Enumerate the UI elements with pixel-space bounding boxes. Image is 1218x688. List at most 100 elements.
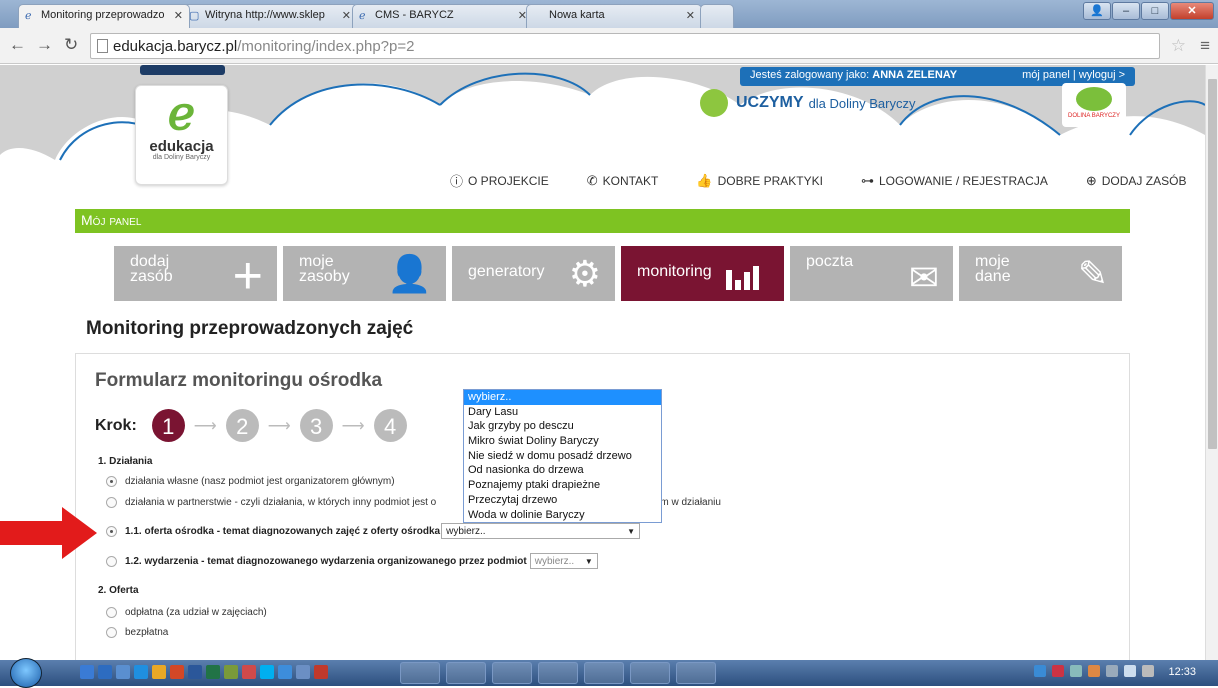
vertical-scrollbar[interactable] xyxy=(1205,65,1218,660)
back-icon[interactable]: ← xyxy=(9,36,26,54)
start-button[interactable] xyxy=(10,658,42,688)
tray-icon[interactable] xyxy=(1088,665,1100,677)
temat-select[interactable]: wybierz.. ▼ xyxy=(441,523,641,539)
tab-cms[interactable]: ℯ CMS - BARYCZ ✕ xyxy=(352,4,534,28)
option-oferta-osrodka[interactable]: 1.1. oferta ośrodka - temat diagnozowany… xyxy=(106,523,641,539)
radio-button[interactable] xyxy=(106,525,117,537)
network-icon[interactable] xyxy=(1070,665,1082,677)
dropdown-option[interactable]: wybierz.. xyxy=(464,390,661,405)
option-dzialania-wlasne[interactable]: działania własne (nasz podmiot jest orga… xyxy=(106,476,395,487)
tile-moje-dane[interactable]: moje dane ✎ xyxy=(959,246,1122,301)
tray-icon[interactable] xyxy=(1034,665,1046,677)
info-icon: ⓘ xyxy=(450,174,464,189)
excel-taskbar-button[interactable] xyxy=(630,662,670,684)
radio-button[interactable] xyxy=(106,497,117,508)
tile-poczta[interactable]: poczta ✉ xyxy=(790,246,953,301)
nav-dobre-praktyki[interactable]: 👍 DOBRE PRAKTYKI xyxy=(696,171,823,190)
nav-dodaj-zasob[interactable]: ⊕ DODAJ ZASÓB xyxy=(1086,171,1187,190)
radio-button[interactable] xyxy=(106,555,117,567)
minimize-button[interactable]: – xyxy=(1112,2,1140,20)
tile-dodaj-zasob[interactable]: dodaj zasób + xyxy=(114,246,277,301)
option-bezplatna[interactable]: bezpłatna xyxy=(106,627,168,638)
excel-icon[interactable] xyxy=(206,665,220,679)
tab-new[interactable]: Nowa karta ✕ xyxy=(526,4,702,28)
forward-icon[interactable]: → xyxy=(36,36,53,54)
tree-icon xyxy=(1076,87,1112,111)
option-odplatna[interactable]: odpłatna (za udział w zajęciach) xyxy=(106,607,267,618)
dropdown-option[interactable]: Od nasionka do drzewa xyxy=(464,463,661,478)
tile-monitoring[interactable]: monitoring xyxy=(621,246,784,301)
window-controls: 👤 – □ ✕ xyxy=(1083,2,1214,20)
pdf-icon[interactable] xyxy=(314,665,328,679)
dropdown-option[interactable]: Mikro świat Doliny Baryczy xyxy=(464,434,661,449)
logo-title: edukacja xyxy=(149,138,214,155)
green-circle-icon xyxy=(700,89,728,117)
nav-logowanie[interactable]: ⊶ LOGOWANIE / REJESTRACJA xyxy=(861,171,1048,190)
user-icon[interactable]: 👤 xyxy=(1083,2,1111,20)
window-close-button[interactable]: ✕ xyxy=(1170,2,1214,20)
chrome-taskbar-button[interactable] xyxy=(400,662,440,684)
my-panel-link[interactable]: mój panel xyxy=(1022,69,1070,81)
wydarzenie-select[interactable]: wybierz.. ▼ xyxy=(529,553,598,569)
close-icon[interactable]: ✕ xyxy=(174,9,183,22)
dolina-baryczy-logo[interactable]: DOLINA BARYCZY xyxy=(1062,83,1126,127)
edukacja-logo[interactable]: ℯ edukacja dla Doliny Baryczy xyxy=(135,85,228,185)
dropdown-arrow-icon: ▼ xyxy=(584,557,593,566)
outlook-taskbar-button[interactable] xyxy=(492,662,532,684)
radio-button[interactable] xyxy=(106,476,117,487)
close-icon[interactable]: ✕ xyxy=(342,9,351,22)
tab-witryna[interactable]: ▢ Witryna http://www.sklep ✕ xyxy=(182,4,358,28)
right-logo-text: DOLINA BARYCZY xyxy=(1068,113,1120,119)
new-tab-button[interactable] xyxy=(700,4,734,28)
word-icon[interactable] xyxy=(188,665,202,679)
word-taskbar-button[interactable] xyxy=(676,662,716,684)
close-icon[interactable]: ✕ xyxy=(686,9,695,22)
tab-monitoring[interactable]: ℯ Monitoring przeprowadzo ✕ xyxy=(18,4,190,28)
skype-taskbar-button[interactable] xyxy=(584,662,624,684)
url-input[interactable]: edukacja.barycz.pl/monitoring/index.php?… xyxy=(90,33,1160,59)
option-wydarzenia[interactable]: 1.2. wydarzenia - temat diagnozowanego w… xyxy=(106,553,598,569)
app-icon[interactable] xyxy=(296,665,310,679)
dropdown-option[interactable]: Woda w dolinie Baryczy xyxy=(464,508,661,523)
radio-button[interactable] xyxy=(106,607,117,618)
tray-icon[interactable] xyxy=(1142,665,1154,677)
maximize-button[interactable]: □ xyxy=(1141,2,1169,20)
nav-o-projekcie[interactable]: ⓘ O PROJEKCIE xyxy=(450,171,549,190)
explorer-taskbar-button[interactable] xyxy=(446,662,486,684)
scrollbar-thumb[interactable] xyxy=(1208,79,1217,449)
app-icon[interactable] xyxy=(116,665,130,679)
ie-icon[interactable] xyxy=(134,665,148,679)
option-label: 1.1. oferta ośrodka - temat diagnozowany… xyxy=(125,525,441,537)
nav-kontakt[interactable]: ✆ KONTAKT xyxy=(587,171,659,190)
web-page: ℯ edukacja dla Doliny Baryczy Jesteś zal… xyxy=(0,65,1205,660)
ie-taskbar-button[interactable] xyxy=(538,662,578,684)
top-navigation: ⓘ O PROJEKCIE ✆ KONTAKT 👍 DOBRE PRAKTYKI ⊶ L… xyxy=(450,171,1186,190)
powerpoint-icon[interactable] xyxy=(170,665,184,679)
app-icon[interactable] xyxy=(242,665,256,679)
tray-icon[interactable] xyxy=(1052,665,1064,677)
dropdown-option[interactable]: Jak grzyby po desczu xyxy=(464,419,661,434)
app-icon[interactable] xyxy=(98,665,112,679)
signal-icon[interactable] xyxy=(1124,665,1136,677)
bookmark-star-icon[interactable]: ☆ xyxy=(1171,36,1186,56)
dropdown-option[interactable]: Poznajemy ptaki drapieżne xyxy=(464,478,661,493)
app-icon[interactable] xyxy=(80,665,94,679)
app-icon[interactable] xyxy=(224,665,238,679)
menu-icon[interactable]: ≡ xyxy=(1200,36,1210,56)
radio-button[interactable] xyxy=(106,627,117,638)
nav-label: LOGOWANIE / REJESTRACJA xyxy=(878,173,1048,188)
logout-link[interactable]: wyloguj > xyxy=(1079,69,1125,81)
tile-label: generatory xyxy=(468,263,545,280)
dropdown-option[interactable]: Przeczytaj drzewo xyxy=(464,493,661,508)
outlook-icon[interactable] xyxy=(152,665,166,679)
reload-icon[interactable]: ↻ xyxy=(64,36,78,54)
tile-moje-zasoby[interactable]: moje zasoby 👤 xyxy=(283,246,446,301)
skype-icon[interactable] xyxy=(260,665,274,679)
logo-subtitle: dla Doliny Baryczy xyxy=(152,154,211,161)
tile-generatory[interactable]: generatory ⚙ xyxy=(452,246,615,301)
dropdown-option[interactable]: Nie siedź w domu posadź drzewo xyxy=(464,449,661,464)
volume-icon[interactable] xyxy=(1106,665,1118,677)
app-icon[interactable] xyxy=(278,665,292,679)
dropdown-option[interactable]: Dary Lasu xyxy=(464,405,661,420)
clock[interactable]: 12:33 xyxy=(1168,666,1196,678)
